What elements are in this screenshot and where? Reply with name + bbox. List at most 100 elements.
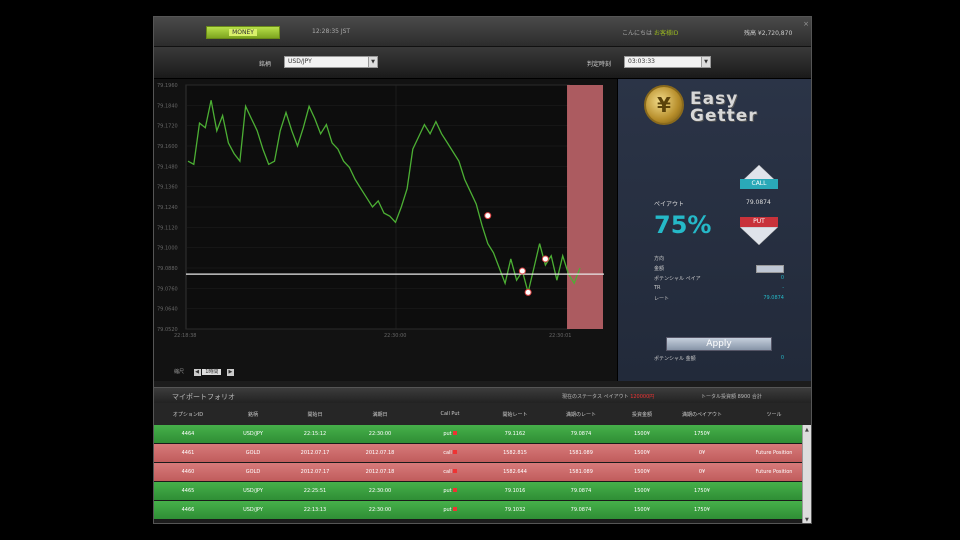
portfolio-header: マイポートフォリオ 現在のステータス ペイアウト 120000円 トータル投資額… (154, 387, 811, 403)
table-cell: 1750¥ (694, 488, 710, 494)
y-tick-label: 79.1480 (157, 164, 178, 170)
table-cell: 1582.644 (503, 469, 527, 475)
chevron-down-icon[interactable]: ▼ (701, 57, 710, 67)
table-cell[interactable]: Future Position (746, 450, 802, 456)
table-scrollbar[interactable]: ▲ ▼ (802, 425, 811, 523)
info-label: 方向 (654, 256, 665, 262)
portfolio-title: マイポートフォリオ (172, 393, 235, 401)
info-label: ポテンシャル ペイア (654, 276, 701, 282)
call-button[interactable]: CALL (739, 164, 779, 195)
table-cell: call (420, 469, 480, 475)
expiry-select-value: 03:03:33 (628, 58, 655, 65)
status-value: 120000円 (630, 394, 655, 400)
table-cell: 22:25:51 (303, 488, 327, 494)
scroll-down-icon[interactable]: ▼ (805, 517, 809, 523)
coin-logo-icon: ¥ (644, 85, 684, 125)
direction-flag-icon (452, 488, 457, 492)
table-cell: 79.1016 (504, 488, 526, 494)
trade-marker (518, 267, 526, 275)
table-cell: call (420, 450, 480, 456)
status-label: 現在のステータス ペイアウト (562, 394, 629, 400)
chevron-down-icon[interactable]: ▼ (368, 57, 377, 67)
zoom-value: 1時間 (202, 369, 222, 375)
table-cell: 1581.089 (569, 469, 593, 475)
table-row[interactable]: 4461 GOLD 2012.07.17 2012.07.18 call 1582.815… (154, 444, 802, 463)
table-row[interactable]: 4460 GOLD 2012.07.17 2012.07.18 call 1582.644… (154, 463, 802, 482)
price-chart[interactable]: 79.1960 79.1840 79.1720 79.1600 79.1480 79.13… (154, 79, 617, 381)
table-cell: 4465 (181, 488, 195, 494)
info-value: 0 (780, 275, 784, 281)
column-header[interactable]: Call Put (420, 411, 480, 417)
scroll-up-icon[interactable]: ▲ (805, 427, 809, 433)
table-cell: USD/JPY (243, 431, 263, 437)
close-icon[interactable]: × (803, 20, 809, 28)
zoom-next-button[interactable]: ▶ (226, 369, 234, 376)
direction-flag-icon (452, 450, 457, 454)
trade-panel: ¥ Easy Getter CALL ペイアウト 79.0874 75% PUT… (617, 79, 811, 381)
direction-flag-icon (452, 507, 457, 511)
table-cell: 22:30:00 (368, 507, 392, 513)
chart-svg: 79.1960 79.1840 79.1720 79.1600 79.1480 79.13… (157, 83, 604, 339)
potential-row: ポテンシャル 金額 0 (654, 355, 784, 362)
table-cell: 1500¥ (634, 450, 650, 456)
trade-marker (484, 212, 492, 220)
expiry-zone (567, 85, 603, 329)
table-row[interactable]: 4466 USD/JPY 22:13:13 22:30:00 put 79.1032 79.… (154, 501, 802, 520)
table-row[interactable]: 4464 USD/JPY 22:15:12 22:30:00 put 79.1162 79.… (154, 425, 802, 444)
column-header[interactable]: オプションID (159, 411, 217, 418)
column-header[interactable]: 満期のレート (548, 411, 614, 418)
selector-bar: 銘柄 USD/JPY ▼ 判定時刻 03:03:33 ▼ (154, 47, 811, 79)
order-info: 方向 金額 ポテンシャル ペイア 0 TR - レート 79.0874 (654, 255, 784, 305)
potential-value: 0 (780, 355, 784, 361)
column-header[interactable]: ツール (746, 411, 802, 418)
table-cell: put (420, 431, 480, 437)
info-label: レート (654, 296, 670, 302)
table-cell: 79.1032 (504, 507, 526, 513)
put-label: PUT (740, 217, 778, 227)
put-button[interactable]: PUT (739, 215, 779, 246)
y-tick-label: 79.1840 (157, 103, 178, 109)
expiry-label: 判定時刻 (587, 61, 612, 68)
zoom-prev-button[interactable]: ◀ (193, 369, 201, 376)
table-row[interactable]: 4465 USD/JPY 22:25:51 22:30:00 put 79.1016 79.… (154, 482, 802, 501)
payout-label: ペイアウト (654, 201, 685, 208)
zoom-label: 縮尺 (174, 369, 185, 375)
table-cell: put (420, 507, 480, 513)
table-cell: 22:30:00 (368, 431, 392, 437)
column-header[interactable]: 投資金額 (614, 411, 670, 418)
asset-select[interactable]: USD/JPY ▼ (284, 56, 378, 68)
info-row: 方向 (654, 255, 784, 265)
column-header[interactable]: 銘柄 (220, 411, 286, 418)
welcome-user: お客様ID (653, 30, 679, 37)
table-cell: 0¥ (698, 469, 706, 475)
info-value: 79.0874 (763, 295, 784, 301)
info-row: 金額 (654, 265, 784, 275)
apply-button[interactable]: Apply (666, 337, 772, 351)
logo[interactable]: MONEY (206, 26, 280, 39)
table-cell: 4461 (181, 450, 195, 456)
payout-percent: 75% (654, 211, 712, 239)
info-label: TR (654, 285, 661, 291)
expiry-select[interactable]: 03:03:33 ▼ (624, 56, 711, 68)
table-cell: put (420, 488, 480, 494)
table-cell: 79.0874 (570, 488, 592, 494)
table-cell: GOLD (245, 450, 261, 456)
table-cell: USD/JPY (243, 507, 263, 513)
zoom-control: 縮尺 ◀ 1時間 ▶ (174, 368, 234, 376)
table-cell: 2012.07.17 (300, 450, 330, 456)
column-header[interactable]: 満期のペイアウト (670, 411, 734, 418)
payout-rate: 79.0874 (746, 199, 771, 206)
table-cell[interactable]: Future Position (746, 469, 802, 475)
info-row: レート 79.0874 (654, 295, 784, 305)
table-cell: 2012.07.17 (300, 469, 330, 475)
column-header[interactable]: 開始日 (286, 411, 344, 418)
column-header[interactable]: 開始レート (484, 411, 546, 418)
y-tick-label: 79.1960 (157, 83, 178, 89)
y-tick-label: 79.1720 (157, 124, 178, 130)
total-value: 8900 合計 (737, 394, 762, 400)
column-header[interactable]: 満期日 (350, 411, 410, 418)
amount-input[interactable] (756, 265, 784, 273)
logo-text: MONEY (229, 29, 257, 36)
table-cell: 2012.07.18 (365, 469, 395, 475)
y-tick-label: 79.0880 (157, 266, 178, 272)
